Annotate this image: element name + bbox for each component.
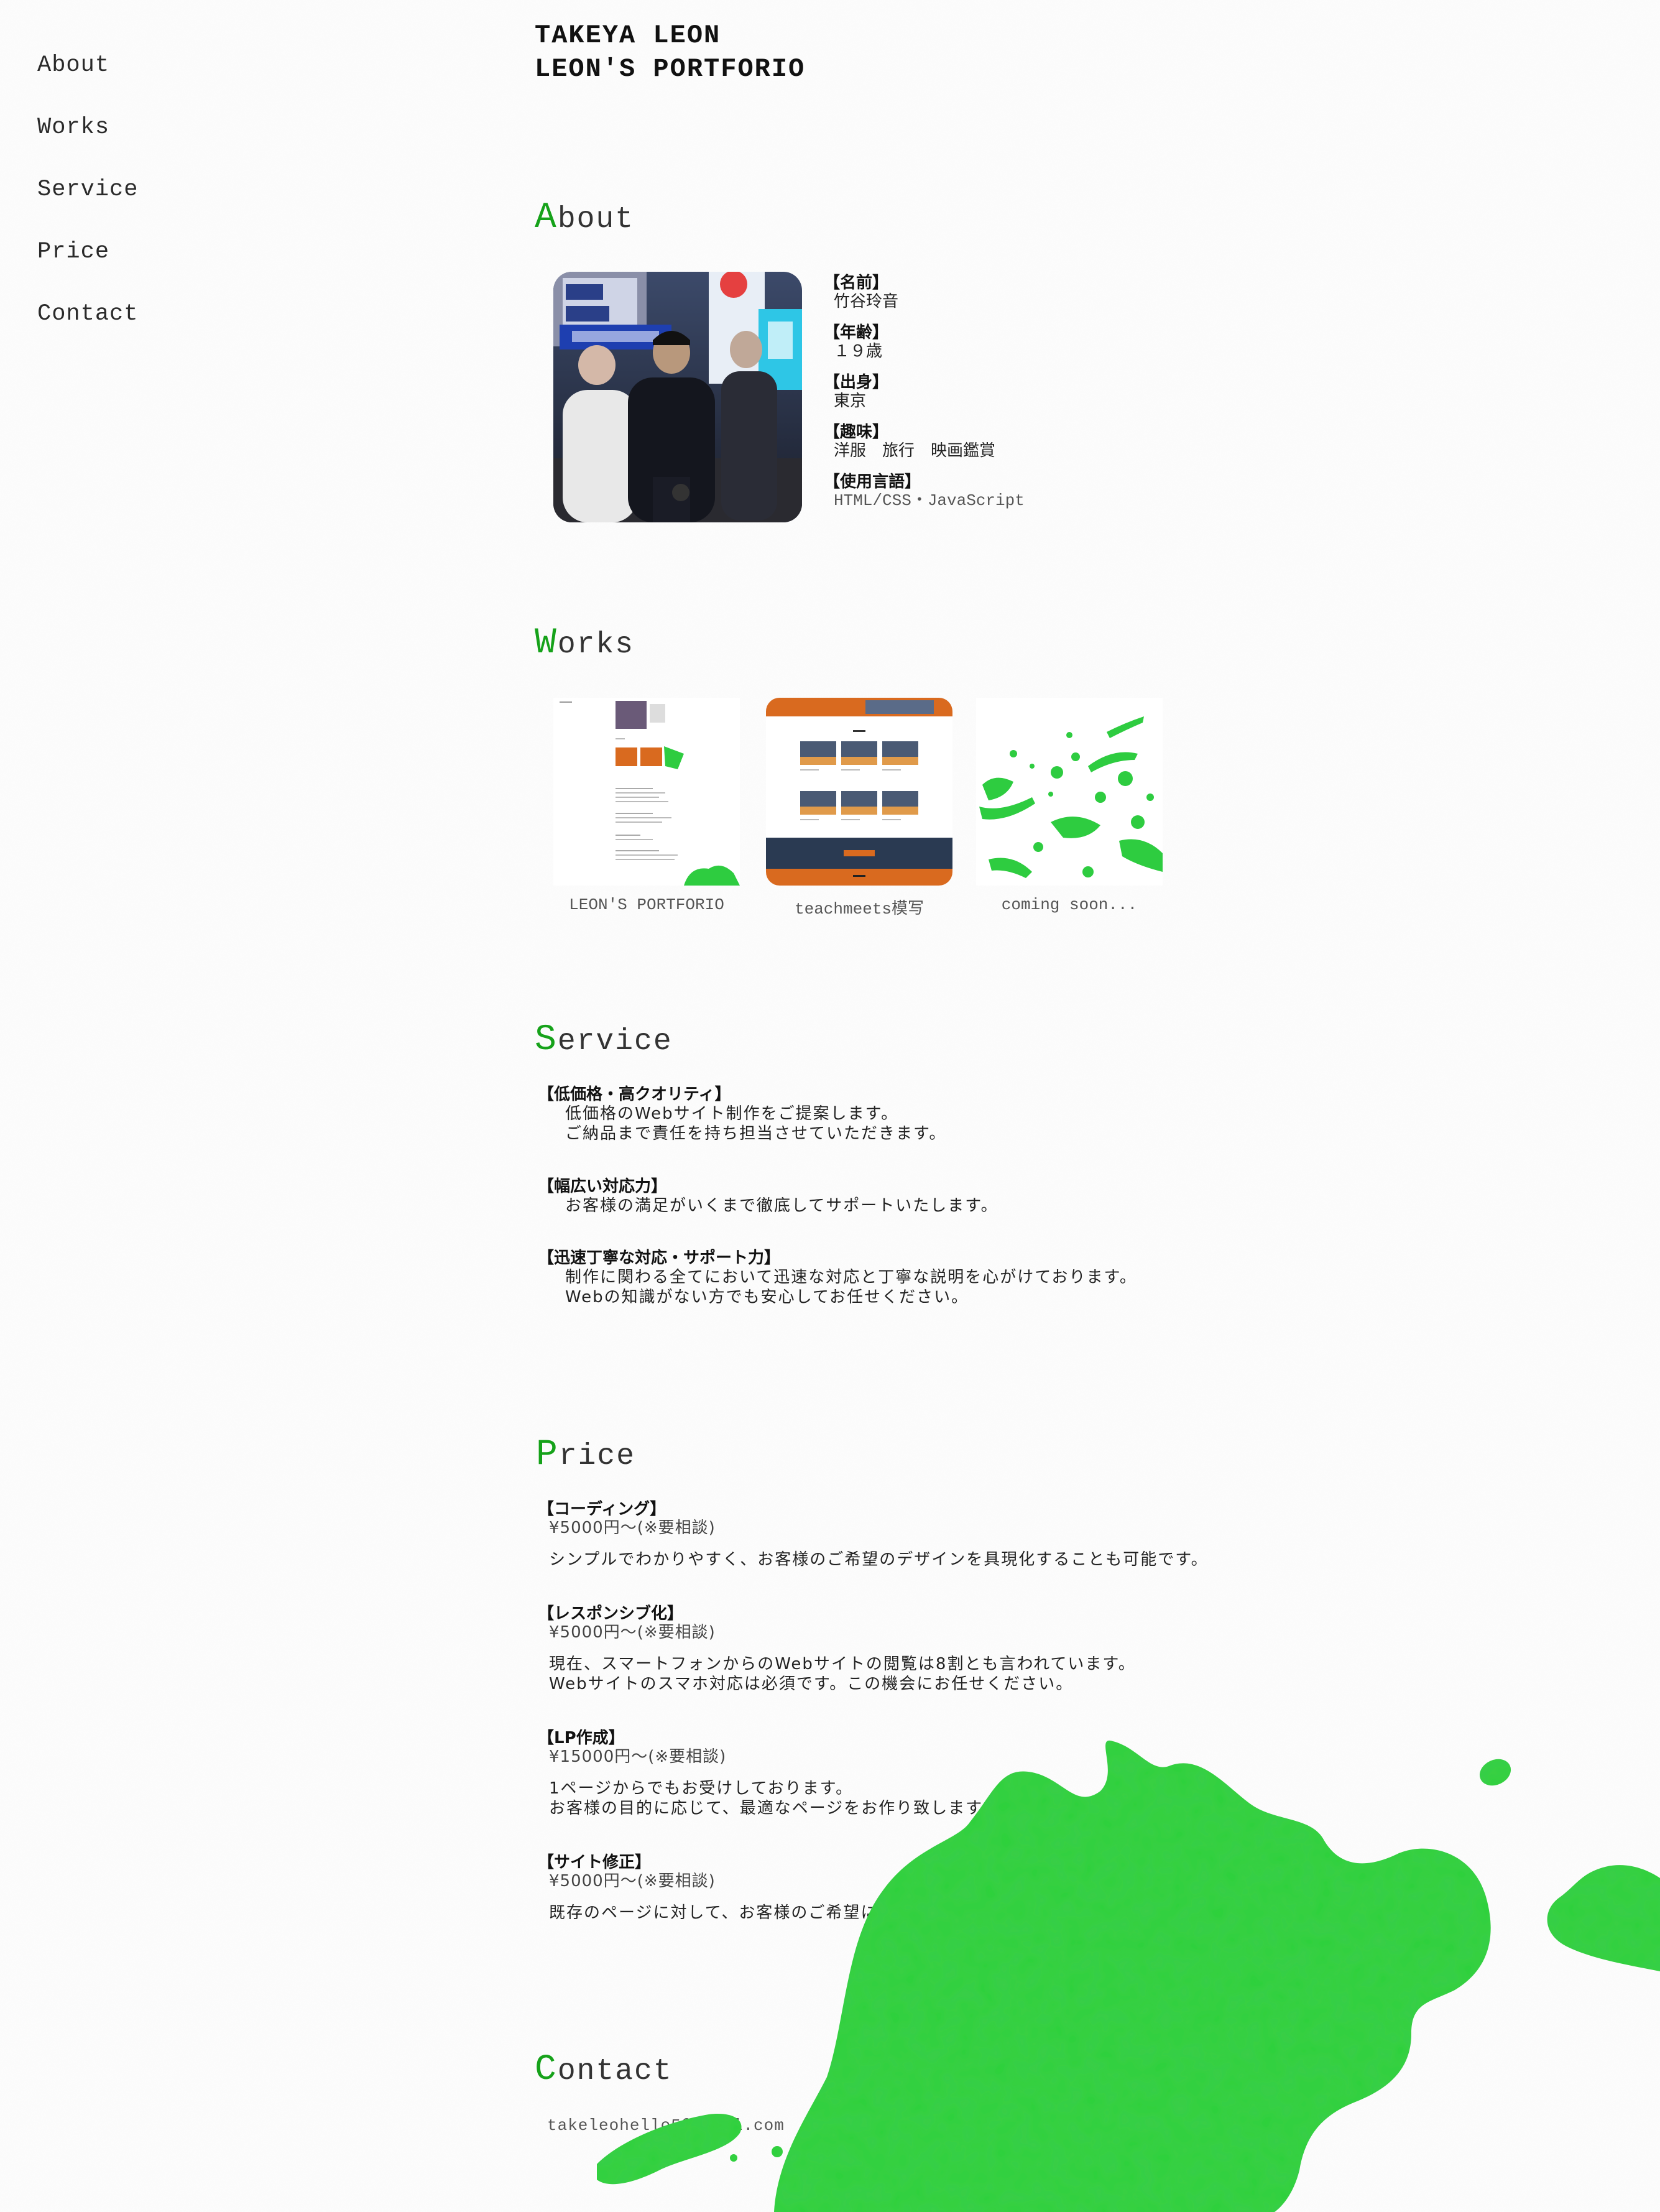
profile-label-origin: 【出身】 [824,373,889,392]
service-item-low-price: 【低価格・高クオリティ】 低価格のWebサイト制作をご提案します。 ご納品まで責… [538,1085,946,1144]
price-heading: 【LP作成】 [538,1729,625,1747]
price-description: 既存のページに対して、お客様のご希望に沿った修正を致します。 [549,1904,1068,1922]
profile-label-name: 【名前】 [824,274,889,292]
profile-label-age: 【年齢】 [824,323,889,342]
nav-link-contact[interactable]: Contact [37,298,138,330]
sidebar-nav: About Works Service Price Contact [37,50,138,361]
nav-link-about[interactable]: About [37,50,138,81]
price-title-rest: rice [558,1440,636,1473]
price-item-responsive: 【レスポンシブ化】 ¥5000円〜(※要相談) 現在、スマートフォンからのWeb… [538,1604,1136,1694]
price-description: シンプルでわかりやすく、お客様のご希望のデザインを具現化することも可能です。 [549,1550,1209,1569]
profile-photo [553,272,802,522]
service-text: 制作に関わる全てにおいて迅速な対応と丁寧な説明を心がけております。 [565,1268,1137,1287]
work-label-coming-soon[interactable]: coming soon... [964,895,1175,914]
profile-value-name: 竹谷玲音 [834,292,899,311]
about-title-rest: bout [557,203,635,236]
price-amount: ¥5000円〜(※要相談) [549,1872,716,1890]
profile-value-languages: HTML/CSS・JavaScript [834,491,1025,510]
contact-email-link[interactable]: takeleohello5@gmail.com [547,2116,785,2135]
profile-info: 【名前】 竹谷玲音 【年齢】 １９歳 【出身】 東京 【趣味】 洋服 旅行 映画… [824,274,1025,522]
work-thumbnail-portfolio[interactable] [553,698,740,886]
nav-link-price[interactable]: Price [37,236,138,267]
works-title-initial: W [535,623,558,664]
price-item-lp: 【LP作成】 ¥15000円〜(※要相談) 1ページからでもお受けしております。… [538,1729,999,1818]
price-heading: 【コーディング】 [538,1500,666,1519]
profile-label-hobby: 【趣味】 [824,423,889,442]
price-heading: 【レスポンシブ化】 [538,1604,684,1623]
profile-value-hobby: 洋服 旅行 映画鑑賞 [834,442,996,460]
site-title[interactable]: LEON'S PORTFORIO [535,52,805,86]
price-amount: ¥15000円〜(※要相談) [549,1747,727,1766]
service-heading: 【低価格・高クオリティ】 [538,1085,731,1104]
service-heading: 【迅速丁寧な対応・サポート力】 [538,1249,781,1267]
price-description: 現在、スマートフォンからのWebサイトの閲覧は8割とも言われています。 [549,1655,1136,1673]
service-text: 低価格のWebサイト制作をご提案します。 [565,1104,899,1123]
works-title-rest: orks [557,628,635,662]
price-heading: 【サイト修正】 [538,1853,652,1872]
profile-value-age: １９歳 [834,342,883,361]
price-amount: ¥5000円〜(※要相談) [549,1623,716,1642]
work-thumbnail-coming-soon[interactable] [976,698,1163,886]
about-title-initial: A [535,198,558,238]
contact-section-title: Contact [535,2050,673,2090]
about-section-title: About [535,198,634,238]
price-title-initial: P [536,1435,559,1475]
profile-value-origin: 東京 [834,392,867,410]
service-section-title: Service [535,1020,673,1060]
price-amount: ¥5000円〜(※要相談) [549,1519,716,1537]
price-section-title: Price [536,1435,635,1475]
service-text: ご納品まで責任を持ち担当させていただきます。 [565,1124,947,1143]
price-description: 1ページからでもお受けしております。 [549,1779,854,1798]
price-description: お客様の目的に応じて、最適なページをお作り致します。 [549,1799,999,1818]
owner-name: TAKEYA LEON [535,21,721,50]
service-item-flexibility: 【幅広い対応力】 お客様の満足がいくまで徹底してサポートいたします。 [538,1177,998,1216]
service-text: Webの知識がない方でも安心してお任せください。 [565,1288,969,1307]
contact-title-rest: ontact [557,2055,673,2088]
contact-title-initial: C [535,2050,558,2090]
service-text: お客様の満足がいくまで徹底してサポートいたします。 [565,1196,998,1215]
price-item-site-fix: 【サイト修正】 ¥5000円〜(※要相談) 既存のページに対して、お客様のご希望… [538,1853,1068,1923]
price-item-coding: 【コーディング】 ¥5000円〜(※要相談) シンプルでわかりやすく、お客様のご… [538,1500,1209,1570]
price-description: Webサイトのスマホ対応は必須です。この機会にお任せください。 [549,1675,1074,1693]
work-thumbnail-teachmeets[interactable] [766,698,952,886]
profile-label-languages: 【使用言語】 [824,473,921,491]
site-header: TAKEYA LEON LEON'S PORTFORIO [535,19,805,86]
service-title-initial: S [535,1020,558,1060]
service-item-support: 【迅速丁寧な対応・サポート力】 制作に関わる全てにおいて迅速な対応と丁寧な説明を… [538,1249,1137,1307]
work-label-portfolio[interactable]: LEON'S PORTFORIO [541,895,752,914]
nav-link-service[interactable]: Service [37,174,138,205]
service-heading: 【幅広い対応力】 [538,1177,668,1196]
service-title-rest: ervice [557,1025,673,1058]
work-label-teachmeets[interactable]: teachmeets模写 [754,895,965,919]
works-section-title: Works [535,623,634,664]
nav-link-works[interactable]: Works [37,112,138,143]
